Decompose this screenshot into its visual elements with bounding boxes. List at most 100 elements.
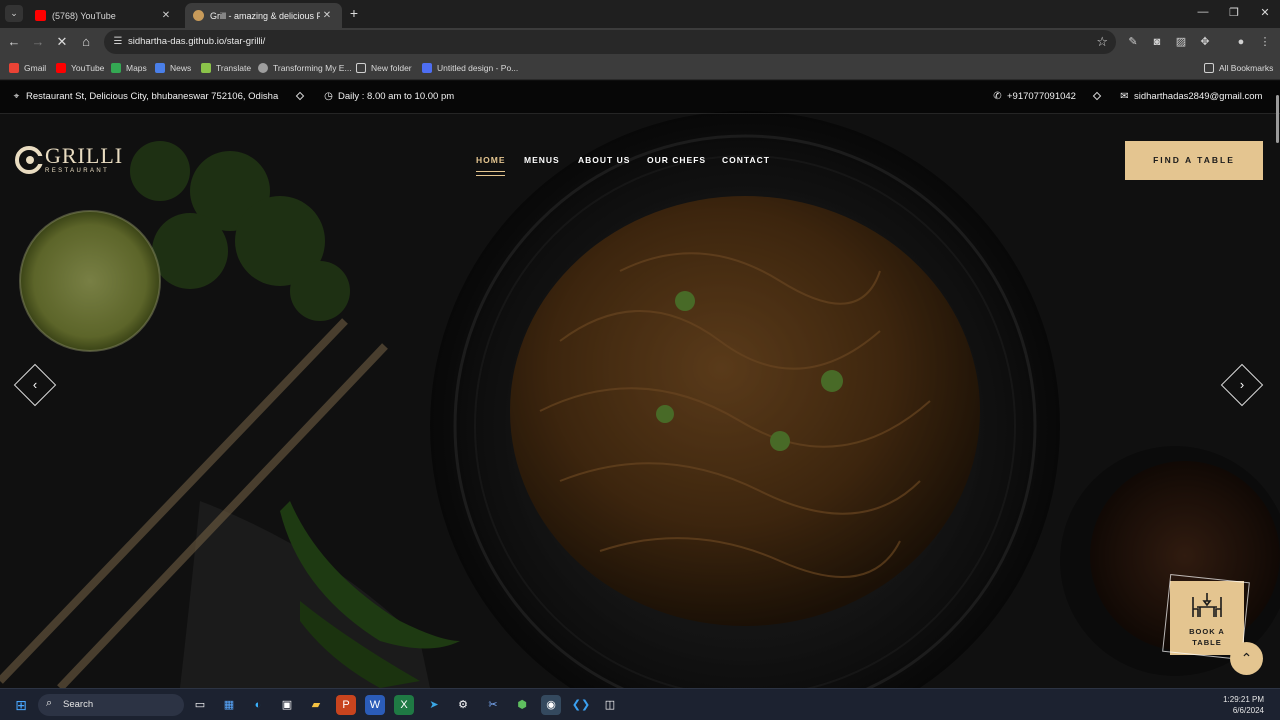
bookmarks-bar: Gmail YouTube Maps News Translate Transf…: [0, 56, 1280, 80]
home-icon[interactable]: ⌂: [77, 33, 95, 51]
hours-item: ◷ Daily : 8.00 am to 10.00 pm: [323, 91, 454, 102]
globe-icon: [258, 63, 268, 73]
back-to-top-button[interactable]: ⌃: [1230, 642, 1263, 675]
pen-extension-icon[interactable]: ✎: [1124, 33, 1142, 51]
location-pin-icon: ⌖: [13, 91, 20, 102]
bookmark-transforming[interactable]: Transforming My E...: [258, 61, 352, 75]
bookmark-label: Transforming My E...: [273, 63, 352, 73]
news-icon: [155, 63, 165, 73]
back-icon[interactable]: ←: [5, 33, 23, 51]
nav-contact[interactable]: CONTACT: [722, 155, 770, 165]
find-a-table-button[interactable]: FIND A TABLE: [1125, 141, 1263, 180]
more-menu-icon[interactable]: ⋮: [1256, 33, 1274, 51]
phone-text: +917077091042: [1007, 91, 1076, 102]
site-info-icon[interactable]: ☰: [110, 34, 126, 50]
bookmark-untitled-design[interactable]: Untitled design - Po...: [422, 61, 518, 75]
bookmark-news[interactable]: News: [155, 61, 191, 75]
screen-recorder-icon[interactable]: ◫: [600, 695, 620, 715]
bookmark-youtube[interactable]: YouTube: [56, 61, 104, 75]
phone-link[interactable]: ✆ +917077091042: [992, 91, 1076, 102]
close-tab-icon[interactable]: ✕: [320, 10, 334, 21]
minimize-icon[interactable]: —: [1193, 6, 1213, 18]
dining-table-icon: [1192, 593, 1222, 617]
nav-our-chefs[interactable]: OUR CHEFS: [647, 155, 706, 165]
tab-search-button[interactable]: ⌄: [5, 5, 23, 22]
nav-menus[interactable]: MENUS: [524, 155, 560, 165]
separator-diamond-icon: [295, 91, 305, 101]
file-explorer-icon[interactable]: ▰: [306, 695, 326, 715]
site-logo[interactable]: GRILLI RESTAURANT: [15, 145, 123, 175]
chrome-icon[interactable]: ◉: [541, 695, 561, 715]
widgets-icon[interactable]: ▦: [219, 695, 239, 715]
mail-icon: ✉: [1120, 91, 1129, 102]
folder-icon: [1204, 63, 1214, 73]
settings-icon[interactable]: ⚙: [453, 695, 473, 715]
book-a-table-button[interactable]: BOOK A TABLE: [1162, 574, 1250, 660]
restore-icon[interactable]: ❐: [1224, 6, 1244, 19]
address-item: ⌖ Restaurant St, Delicious City, bhubane…: [11, 91, 279, 102]
task-view-icon[interactable]: ▭: [190, 695, 210, 715]
bookmark-label: Gmail: [24, 63, 47, 73]
email-link[interactable]: ✉ sidharthadas2849@gmail.com: [1119, 91, 1262, 102]
bookmark-label: New folder: [371, 63, 412, 73]
close-window-icon[interactable]: ✕: [1255, 6, 1275, 19]
browser-toolbar: ← → ✕ ⌂ ☰ sidhartha-das.github.io/star-g…: [0, 28, 1280, 56]
excel-icon[interactable]: X: [394, 695, 414, 715]
phone-icon: ✆: [993, 91, 1002, 102]
nodejs-icon[interactable]: ⬢: [512, 695, 532, 715]
close-tab-icon[interactable]: ✕: [159, 10, 173, 21]
screenshot-extension-icon[interactable]: ◙: [1148, 33, 1166, 51]
translate-icon: [201, 63, 211, 73]
bookmark-label: Maps: [126, 63, 147, 73]
nav-home[interactable]: HOME: [476, 155, 506, 165]
address-bar[interactable]: ☰ sidhartha-das.github.io/star-grilli/ ☆: [104, 30, 1116, 54]
image-extension-icon[interactable]: ▨: [1172, 33, 1190, 51]
extensions-puzzle-icon[interactable]: ✥: [1196, 33, 1214, 51]
all-bookmarks[interactable]: All Bookmarks: [1204, 61, 1273, 75]
windows-start-icon[interactable]: ⊞: [11, 695, 31, 715]
taskbar-search[interactable]: ⌕ Search: [38, 694, 184, 716]
word-icon[interactable]: W: [365, 695, 385, 715]
nav-about-us[interactable]: ABOUT US: [578, 155, 630, 165]
tab-youtube[interactable]: (5768) YouTube ✕: [27, 3, 181, 28]
bookmark-maps[interactable]: Maps: [111, 61, 147, 75]
bookmark-label: Translate: [216, 63, 252, 73]
book-table-line1: BOOK A: [1189, 627, 1225, 636]
hero-background-image: [0, 81, 1280, 688]
powerpoint-icon[interactable]: P: [336, 695, 356, 715]
new-tab-button[interactable]: +: [346, 5, 362, 21]
address-text: Restaurant St, Delicious City, bhubanesw…: [26, 91, 279, 102]
separator-diamond-icon: [1092, 91, 1102, 101]
bookmark-translate[interactable]: Translate: [201, 61, 251, 75]
search-label: Search: [63, 699, 94, 710]
system-clock[interactable]: 1:29:21 PM 6/6/2024: [1223, 694, 1264, 716]
folder-icon: [356, 63, 366, 73]
bookmark-label: YouTube: [71, 63, 105, 73]
store-icon[interactable]: ▣: [277, 695, 297, 715]
tab-grilli[interactable]: Grill - amazing & delicious Foo ✕: [185, 3, 342, 28]
youtube-icon: [56, 63, 66, 73]
clock-time: 1:29:21 PM: [1223, 695, 1264, 704]
bookmark-star-icon[interactable]: ☆: [1096, 34, 1108, 50]
edge-icon[interactable]: ◐: [248, 695, 268, 715]
page-viewport: ⌖ Restaurant St, Delicious City, bhubane…: [0, 81, 1280, 688]
bookmark-label: Untitled design - Po...: [437, 63, 519, 73]
chevron-left-icon: ‹: [32, 377, 38, 392]
page-scrollbar[interactable]: [1276, 95, 1279, 143]
stop-loading-icon[interactable]: ✕: [53, 33, 71, 51]
vscode-icon[interactable]: ❮❯: [571, 695, 591, 715]
logo-mark-icon: [15, 146, 43, 174]
bookmark-gmail[interactable]: Gmail: [9, 61, 46, 75]
bookmark-label: News: [170, 63, 192, 73]
profile-avatar-icon[interactable]: ●: [1232, 33, 1250, 51]
bookmark-new-folder[interactable]: New folder: [356, 61, 412, 75]
clock-icon: ◷: [324, 91, 333, 102]
clock-date: 6/6/2024: [1232, 706, 1264, 715]
forward-icon[interactable]: →: [29, 33, 47, 51]
tab-title: Grill - amazing & delicious Foo: [210, 10, 320, 21]
snipping-tool-icon[interactable]: ✂: [483, 695, 503, 715]
url-text: sidhartha-das.github.io/star-grilli/: [128, 36, 266, 47]
telegram-icon[interactable]: ➤: [424, 695, 444, 715]
chevron-up-icon: ⌃: [1240, 650, 1253, 666]
nav-active-indicator: [476, 171, 505, 176]
